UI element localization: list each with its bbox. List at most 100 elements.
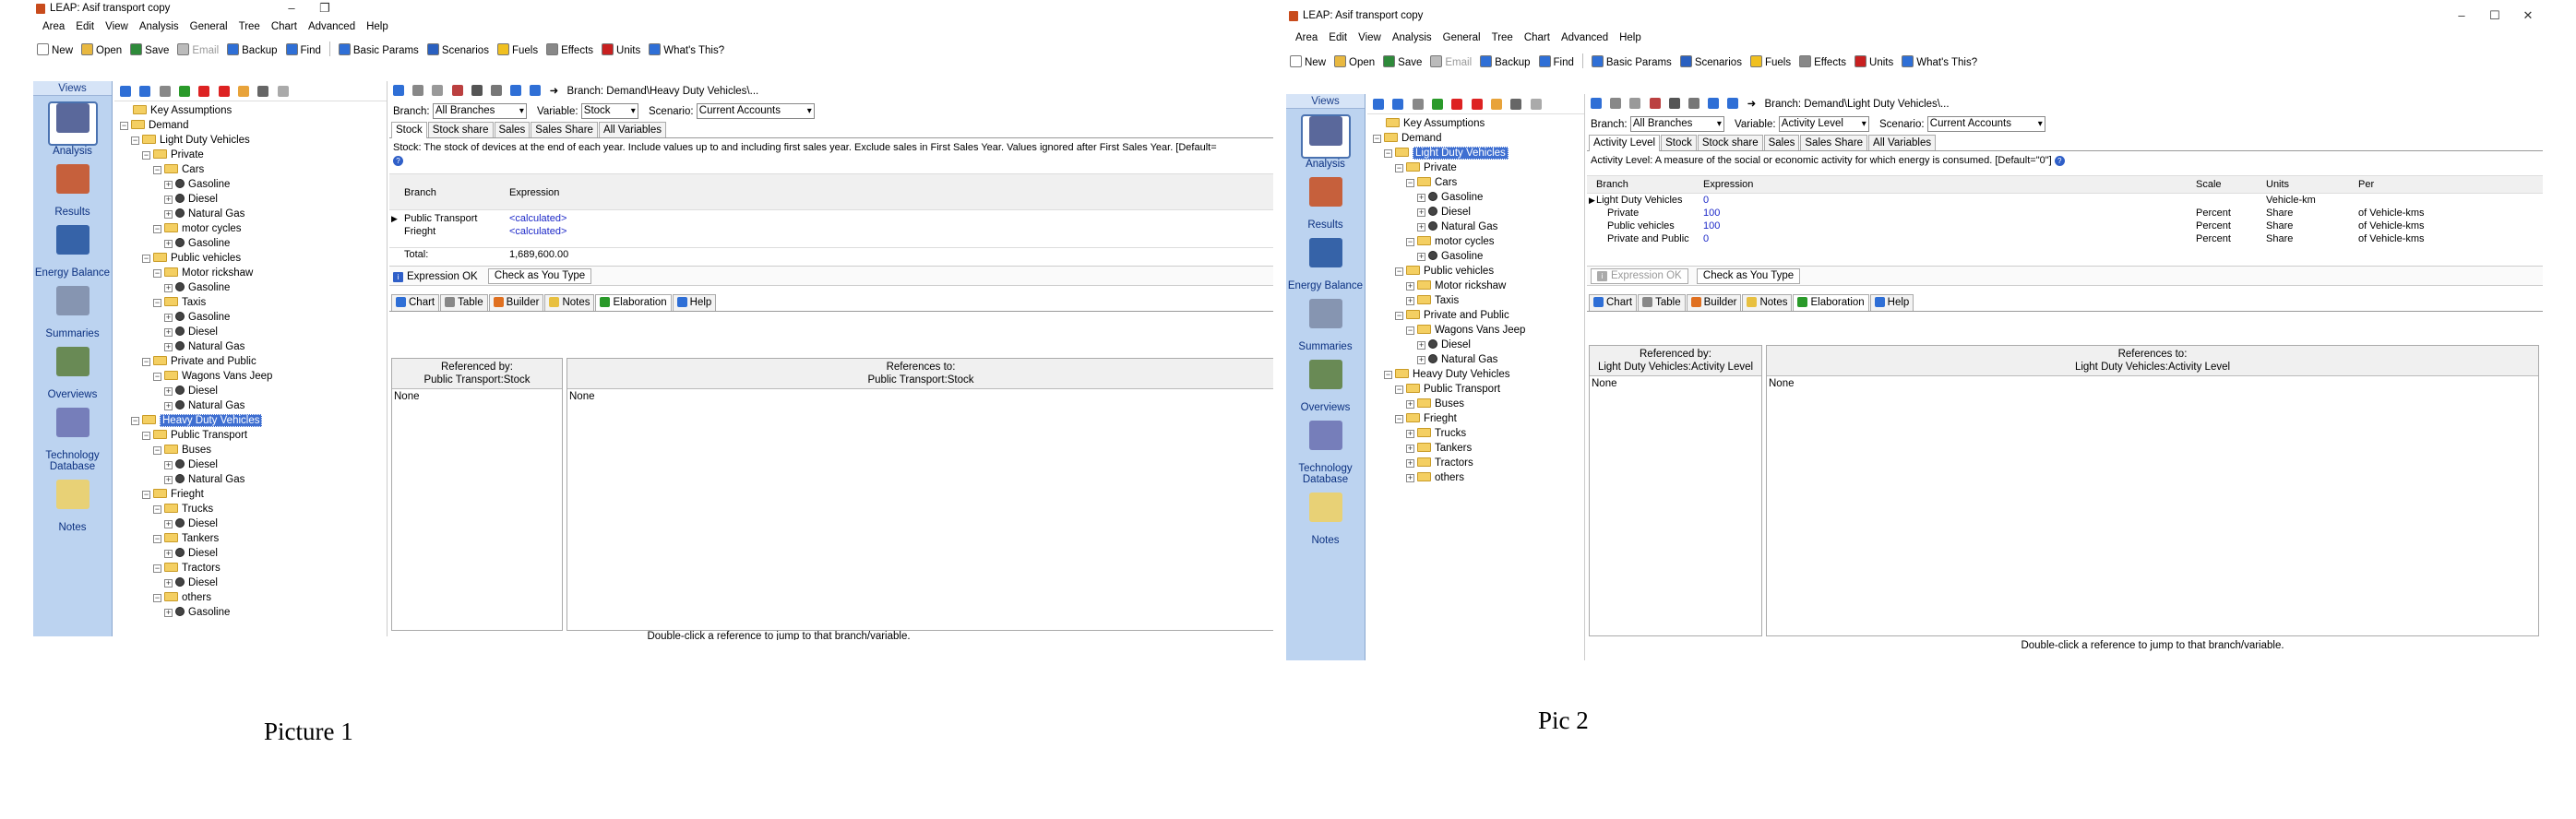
view-results[interactable]: Results (1286, 177, 1365, 231)
backup-button[interactable]: Backup (1480, 51, 1531, 75)
cell-expr[interactable]: <calculated> (509, 225, 566, 238)
menu-help[interactable]: Help (361, 18, 394, 35)
tree-node-diesel[interactable]: + Diesel (114, 546, 387, 561)
tab-builder[interactable]: Builder (1686, 294, 1742, 311)
menu-view[interactable]: View (1353, 30, 1387, 46)
tab-sales-share[interactable]: Sales Share (531, 122, 598, 137)
expand-icon[interactable]: + (164, 284, 173, 292)
tree-node-diesel[interactable]: + Diesel (1367, 205, 1584, 220)
tab-sales[interactable]: Sales (494, 122, 531, 137)
scenario-select[interactable]: Current Accounts (696, 103, 815, 120)
copy-icon[interactable] (412, 85, 424, 96)
minimize-icon[interactable]: – (2449, 7, 2475, 24)
tree-node-frieght[interactable]: − Frieght (114, 487, 387, 502)
paste-icon[interactable] (1629, 98, 1641, 109)
tree-node-natural-gas[interactable]: + Natural Gas (114, 207, 387, 221)
tab-stock[interactable]: Stock (1661, 135, 1697, 150)
delete-icon[interactable] (451, 85, 463, 96)
tree-node-natural-gas[interactable]: + Natural Gas (1367, 220, 1584, 234)
tree-node-wagons-vans-jeep[interactable]: − Wagons Vans Jeep (1367, 323, 1584, 338)
collapse-icon[interactable]: − (153, 166, 161, 174)
tab-builder[interactable]: Builder (488, 294, 544, 311)
units-button[interactable]: Units (602, 39, 640, 63)
outline-icon[interactable] (159, 86, 171, 97)
expand-icon[interactable]: + (1417, 253, 1425, 261)
tab-help[interactable]: Help (1869, 294, 1914, 311)
expand-icon[interactable]: + (1406, 430, 1414, 438)
collapse-icon[interactable]: − (131, 136, 139, 145)
tree-node-motor-cycles[interactable]: − motor cycles (114, 221, 387, 236)
expand-icon[interactable]: + (164, 402, 173, 410)
view-notes[interactable]: Notes (33, 480, 112, 533)
expand-icon[interactable]: + (1417, 341, 1425, 350)
expand-icon[interactable]: + (1406, 297, 1414, 305)
sort-icon[interactable] (257, 86, 269, 97)
print-icon[interactable] (1530, 99, 1542, 110)
collapse-icon[interactable]: − (1384, 371, 1392, 379)
expand-icon[interactable]: + (164, 387, 173, 396)
menu-help[interactable]: Help (1614, 30, 1647, 46)
minimize-icon[interactable]: – (279, 0, 304, 17)
collapse-icon[interactable]: − (153, 535, 161, 543)
tree-node-light-duty-vehicles[interactable]: − Light Duty Vehicles (114, 133, 387, 148)
collapse-icon[interactable]: − (153, 505, 161, 514)
collapse-icon[interactable]: − (153, 269, 161, 278)
expand-icon[interactable]: + (164, 240, 173, 248)
find-button[interactable]: Find (1538, 51, 1574, 75)
collapse-icon[interactable]: − (142, 491, 150, 499)
view-overviews[interactable]: Overviews (33, 347, 112, 400)
basic-params-button[interactable]: Basic Params (338, 39, 419, 63)
expand-icon[interactable]: + (1406, 282, 1414, 291)
variable-select[interactable]: Activity Level (1778, 116, 1869, 133)
expand-icon[interactable]: + (164, 550, 173, 558)
tab-help[interactable]: Help (672, 294, 717, 311)
tree-node-light-duty-vehicles[interactable]: − Light Duty Vehicles (1367, 146, 1584, 160)
view-summaries[interactable]: Summaries (33, 286, 112, 339)
backup-button[interactable]: Backup (227, 39, 278, 63)
delete-all-icon[interactable] (1471, 99, 1483, 110)
close-icon[interactable]: ✕ (2515, 7, 2541, 24)
cell-expr[interactable]: <calculated> (509, 212, 566, 225)
branch-select[interactable]: All Branches (1629, 116, 1724, 133)
collapse-icon[interactable]: − (153, 594, 161, 602)
collapse-icon[interactable]: − (153, 564, 161, 573)
what-s-this-button[interactable]: What's This? (1902, 51, 1977, 75)
tree-node-demand[interactable]: − Demand (1367, 131, 1584, 146)
expand-icon[interactable]: + (164, 210, 173, 219)
tree-node-natural-gas[interactable]: + Natural Gas (114, 339, 387, 354)
sort-icon[interactable] (1510, 99, 1522, 110)
view-energy-balance[interactable]: Energy Balance (1286, 238, 1365, 291)
tab-sales-share[interactable]: Sales Share (1800, 135, 1868, 150)
tree-node-private[interactable]: − Private (114, 148, 387, 162)
tree-node-diesel[interactable]: + Diesel (114, 325, 387, 339)
menu-area[interactable]: Area (1290, 30, 1323, 46)
delete-icon[interactable] (1649, 98, 1661, 109)
tree-node-public-vehicles[interactable]: − Public vehicles (1367, 264, 1584, 279)
font-smaller-icon[interactable] (1688, 98, 1700, 109)
tab-activity-level[interactable]: Activity Level (1589, 135, 1661, 151)
tools-icon[interactable] (1708, 98, 1720, 109)
tree-node-diesel[interactable]: + Diesel (1367, 338, 1584, 352)
font-larger-icon[interactable] (471, 85, 483, 96)
tab-table[interactable]: Table (440, 294, 488, 311)
expand-icon[interactable]: + (1406, 445, 1414, 453)
table-row[interactable]: ▶ Light Duty Vehicles 0 Vehicle-km (1587, 194, 2543, 207)
collapse-icon[interactable]: − (153, 373, 161, 381)
tree-node-gasoline[interactable]: + Gasoline (1367, 249, 1584, 264)
tab-elaboration[interactable]: Elaboration (1793, 294, 1869, 311)
expand-icon[interactable]: + (1417, 356, 1425, 364)
tree-node-tractors[interactable]: − Tractors (114, 561, 387, 576)
collapse-icon[interactable]: − (1384, 149, 1392, 158)
tree-node-key-assumptions[interactable]: Key Assumptions (1367, 116, 1584, 131)
collapse-icon[interactable]: − (1395, 267, 1403, 276)
references-to-list[interactable]: None (567, 389, 1273, 404)
tree-node-diesel[interactable]: + Diesel (114, 457, 387, 472)
cell-expr[interactable]: 0 (1703, 194, 1709, 207)
copy-icon[interactable] (1610, 98, 1622, 109)
expand-icon[interactable]: + (164, 196, 173, 204)
tree-node-trucks[interactable]: − Trucks (114, 502, 387, 516)
expand-icon[interactable]: + (1406, 474, 1414, 482)
view-analysis[interactable]: Analysis (1286, 114, 1365, 170)
tree-node-tankers[interactable]: + Tankers (1367, 441, 1584, 456)
cell-expr[interactable]: 0 (1703, 232, 1709, 245)
